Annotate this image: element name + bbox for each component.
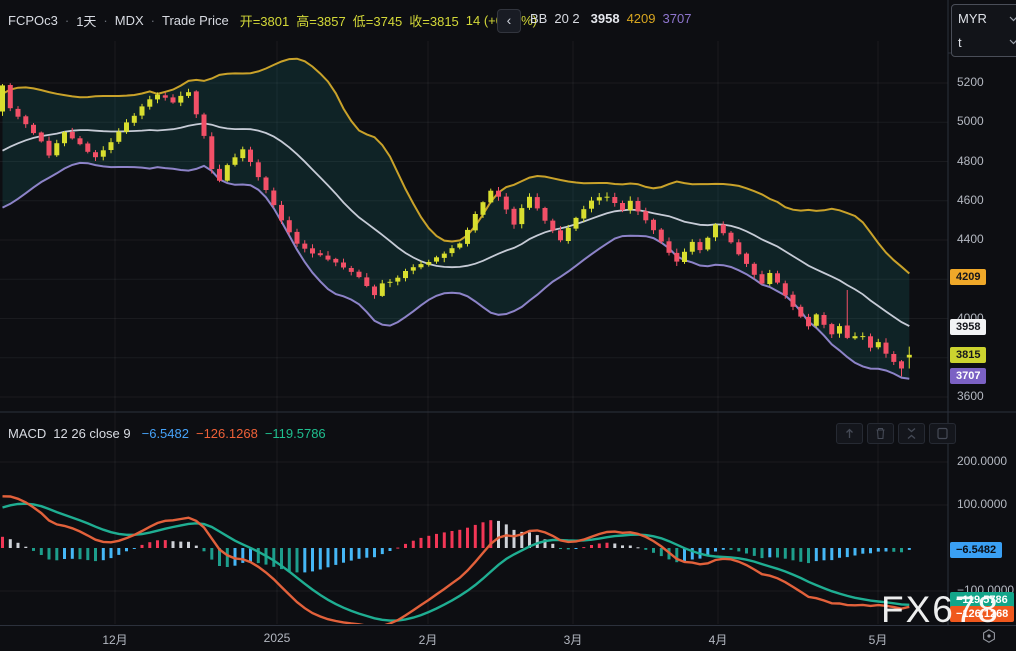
symbol-legend: FCPOc3 · 1天 · MDX · Trade Price 开=3801 高… [8, 11, 537, 30]
price-tick: 3600 [957, 389, 984, 403]
time-axis-label: 2025 [264, 631, 291, 645]
legend-separator: · [65, 13, 69, 28]
maximize-icon [934, 426, 951, 441]
currency-unit-selector: MYR t [951, 4, 1016, 57]
trading-chart-app: { "header": { "symbol": "FCPOc3", "separ… [0, 0, 1016, 651]
trash-icon [872, 426, 889, 441]
unit-select[interactable]: t [958, 35, 1016, 50]
macd-legend: MACD 12 26 close 9 −6.5482 −126.1268 −11… [8, 426, 326, 441]
price-badge: 3707 [950, 368, 986, 384]
macd-line-value: −126.1268 [196, 426, 258, 441]
ohlc-open: 开=3801 [240, 11, 290, 30]
currency-select[interactable]: MYR [958, 11, 1016, 26]
arrow-up-icon [841, 426, 858, 441]
macd-layer [1, 496, 911, 627]
ohlc-close: 收=3815 [409, 11, 459, 30]
price-tick: 4400 [957, 232, 984, 246]
chart-canvas[interactable] [0, 0, 1016, 651]
chevron-down-icon [1009, 16, 1016, 22]
collapse-pane-button[interactable] [898, 423, 925, 444]
bb-legend: BB 20 2 3958 4209 3707 [530, 11, 691, 26]
macd-badge: −6.5482 [950, 542, 1002, 558]
macd-name: MACD [8, 426, 46, 441]
move-pane-up-button[interactable] [836, 423, 863, 444]
fx678-watermark: FX678 [881, 589, 1000, 631]
time-axis-label: 2月 [419, 631, 438, 648]
ohlc-high: 高=3857 [296, 11, 346, 30]
bb-name: BB [530, 11, 547, 26]
price-badge: 3815 [950, 347, 986, 363]
legend-separator: · [103, 13, 107, 28]
price-tick: 4800 [957, 154, 984, 168]
ohlc-low: 低=3745 [353, 11, 403, 30]
legend-collapse-button[interactable]: ‹ [497, 9, 521, 33]
bb-basis-value: 3958 [591, 11, 620, 26]
delete-pane-button[interactable] [867, 423, 894, 444]
maximize-pane-button[interactable] [929, 423, 956, 444]
price-tick: 5000 [957, 114, 984, 128]
macd-histogram-value: −6.5482 [142, 426, 189, 441]
macd-pane-controls [836, 423, 956, 444]
macd-signal-value: −119.5786 [265, 426, 326, 441]
bb-upper-value: 4209 [627, 11, 656, 26]
price-badge: 3958 [950, 319, 986, 335]
time-axis-label: 4月 [709, 631, 728, 648]
macd-tick: 100.0000 [957, 497, 1007, 511]
interval-label: 1天 [76, 11, 96, 30]
bb-params: 20 2 [554, 11, 579, 26]
currency-value: MYR [958, 11, 987, 26]
axis-settings-icon[interactable] [981, 628, 997, 649]
time-axis-label: 5月 [869, 631, 888, 648]
time-axis[interactable]: 12月 2025 2月 3月 4月 5月 [0, 626, 1016, 651]
exchange-label: MDX [115, 13, 144, 28]
price-tick: 5200 [957, 75, 984, 89]
bollinger-bands-layer [3, 59, 910, 379]
symbol-name: FCPOc3 [8, 13, 58, 28]
time-axis-label: 12月 [102, 631, 127, 648]
chevron-down-icon [1009, 39, 1016, 45]
macd-params: 12 26 close 9 [53, 426, 130, 441]
collapse-icon [903, 426, 920, 441]
price-tick: 4600 [957, 193, 984, 207]
legend-separator: · [151, 13, 155, 28]
price-type-label: Trade Price [162, 13, 229, 28]
bb-lower-value: 3707 [663, 11, 692, 26]
macd-tick: 200.0000 [957, 454, 1007, 468]
time-axis-label: 3月 [564, 631, 583, 648]
unit-value: t [958, 35, 962, 50]
price-badge: 4209 [950, 269, 986, 285]
